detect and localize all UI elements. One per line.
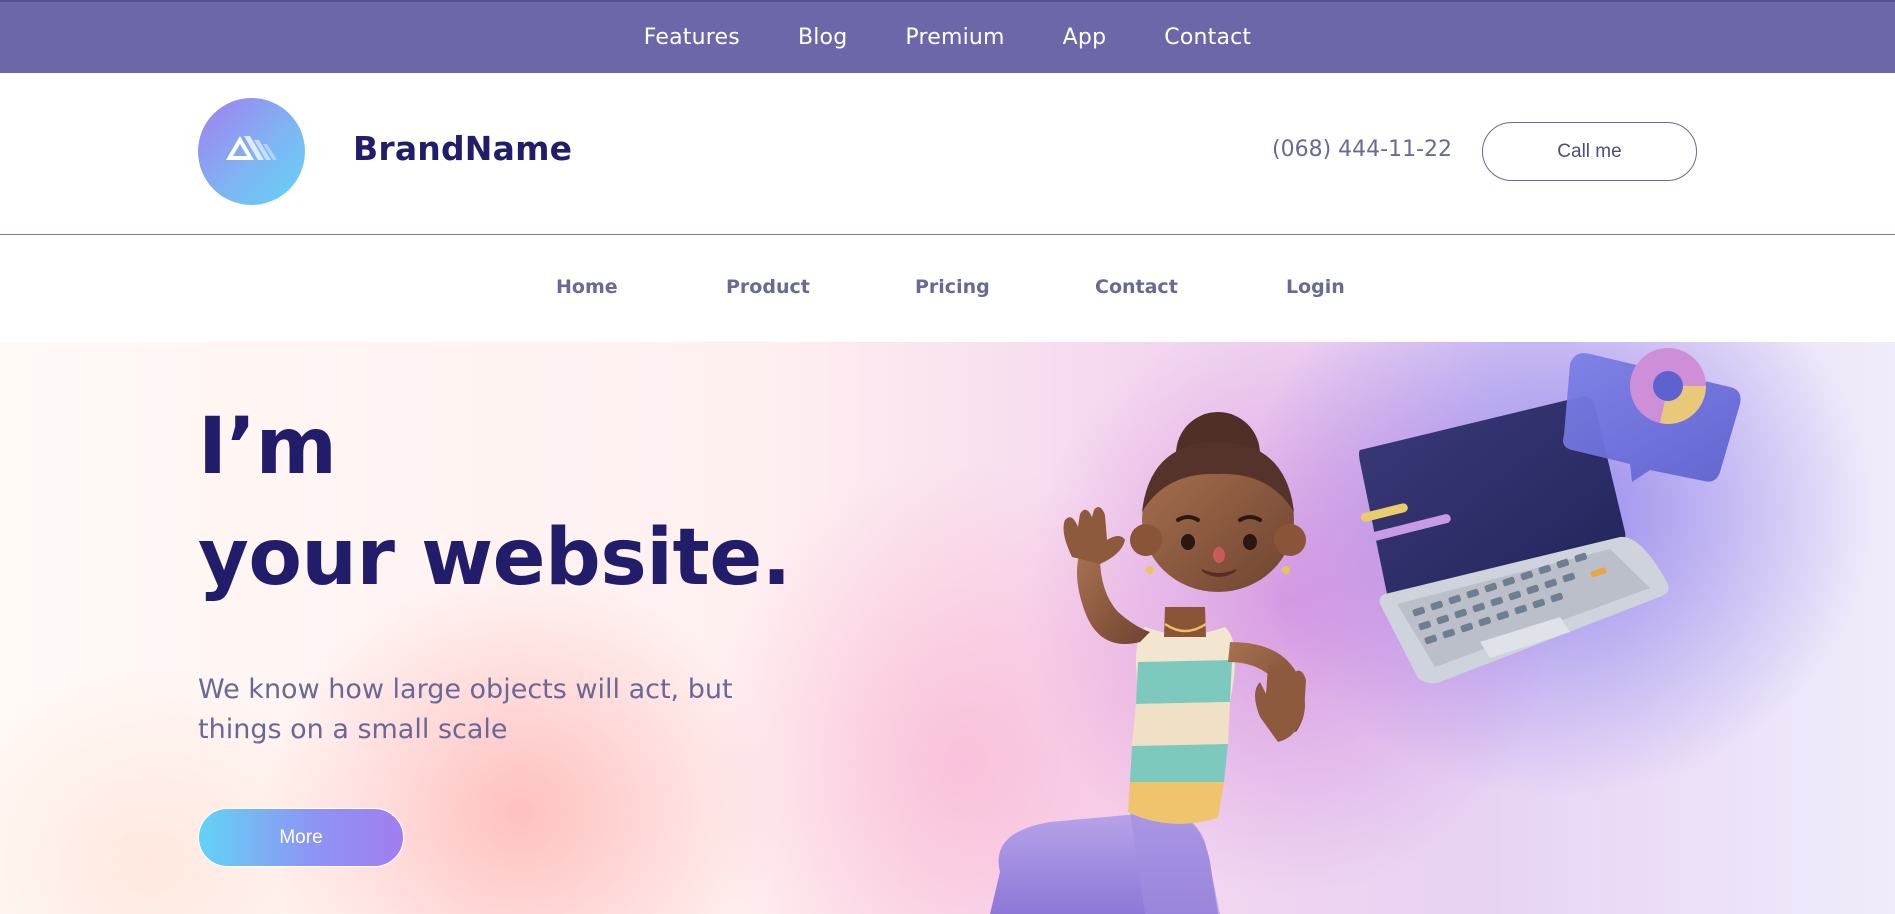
brand-logo[interactable]: [198, 98, 305, 205]
more-button[interactable]: More: [198, 808, 404, 867]
call-me-button[interactable]: Call me: [1482, 122, 1697, 181]
brand-name[interactable]: BrandName: [353, 129, 572, 168]
nav-pricing-link[interactable]: Pricing: [915, 276, 990, 298]
nav-product-link[interactable]: Product: [726, 276, 810, 298]
topnav-blog-link[interactable]: Blog: [798, 25, 847, 50]
nav-contact-link[interactable]: Contact: [1095, 276, 1178, 298]
nav-home-link[interactable]: Home: [556, 276, 618, 298]
topnav-contact-link[interactable]: Contact: [1164, 25, 1251, 50]
phone-number: (068) 444-11-22: [1272, 137, 1453, 162]
topnav-app-link[interactable]: App: [1063, 25, 1107, 50]
3d-girl-with-laptop-illustration: [990, 348, 1741, 914]
topnav-features-link[interactable]: Features: [644, 25, 740, 50]
topnav-premium-link[interactable]: Premium: [905, 25, 1004, 50]
site-header: BrandName (068) 444-11-22 Call me: [0, 73, 1895, 235]
top-nav-bar: Features Blog Premium App Contact: [0, 0, 1895, 73]
triangle-stripes-logo-icon: [226, 136, 277, 160]
main-nav: Home Product Pricing Contact Login: [0, 236, 1895, 342]
hero-title-line-1: I’m: [198, 402, 337, 492]
hero-subtitle: We know how large objects will act, but …: [198, 674, 733, 745]
nav-login-link[interactable]: Login: [1286, 276, 1345, 298]
girl-character-icon: [990, 412, 1306, 914]
hero-title-line-2: your website.: [198, 513, 791, 603]
hero-section: I’m your website. We know how large obje…: [0, 342, 1895, 914]
